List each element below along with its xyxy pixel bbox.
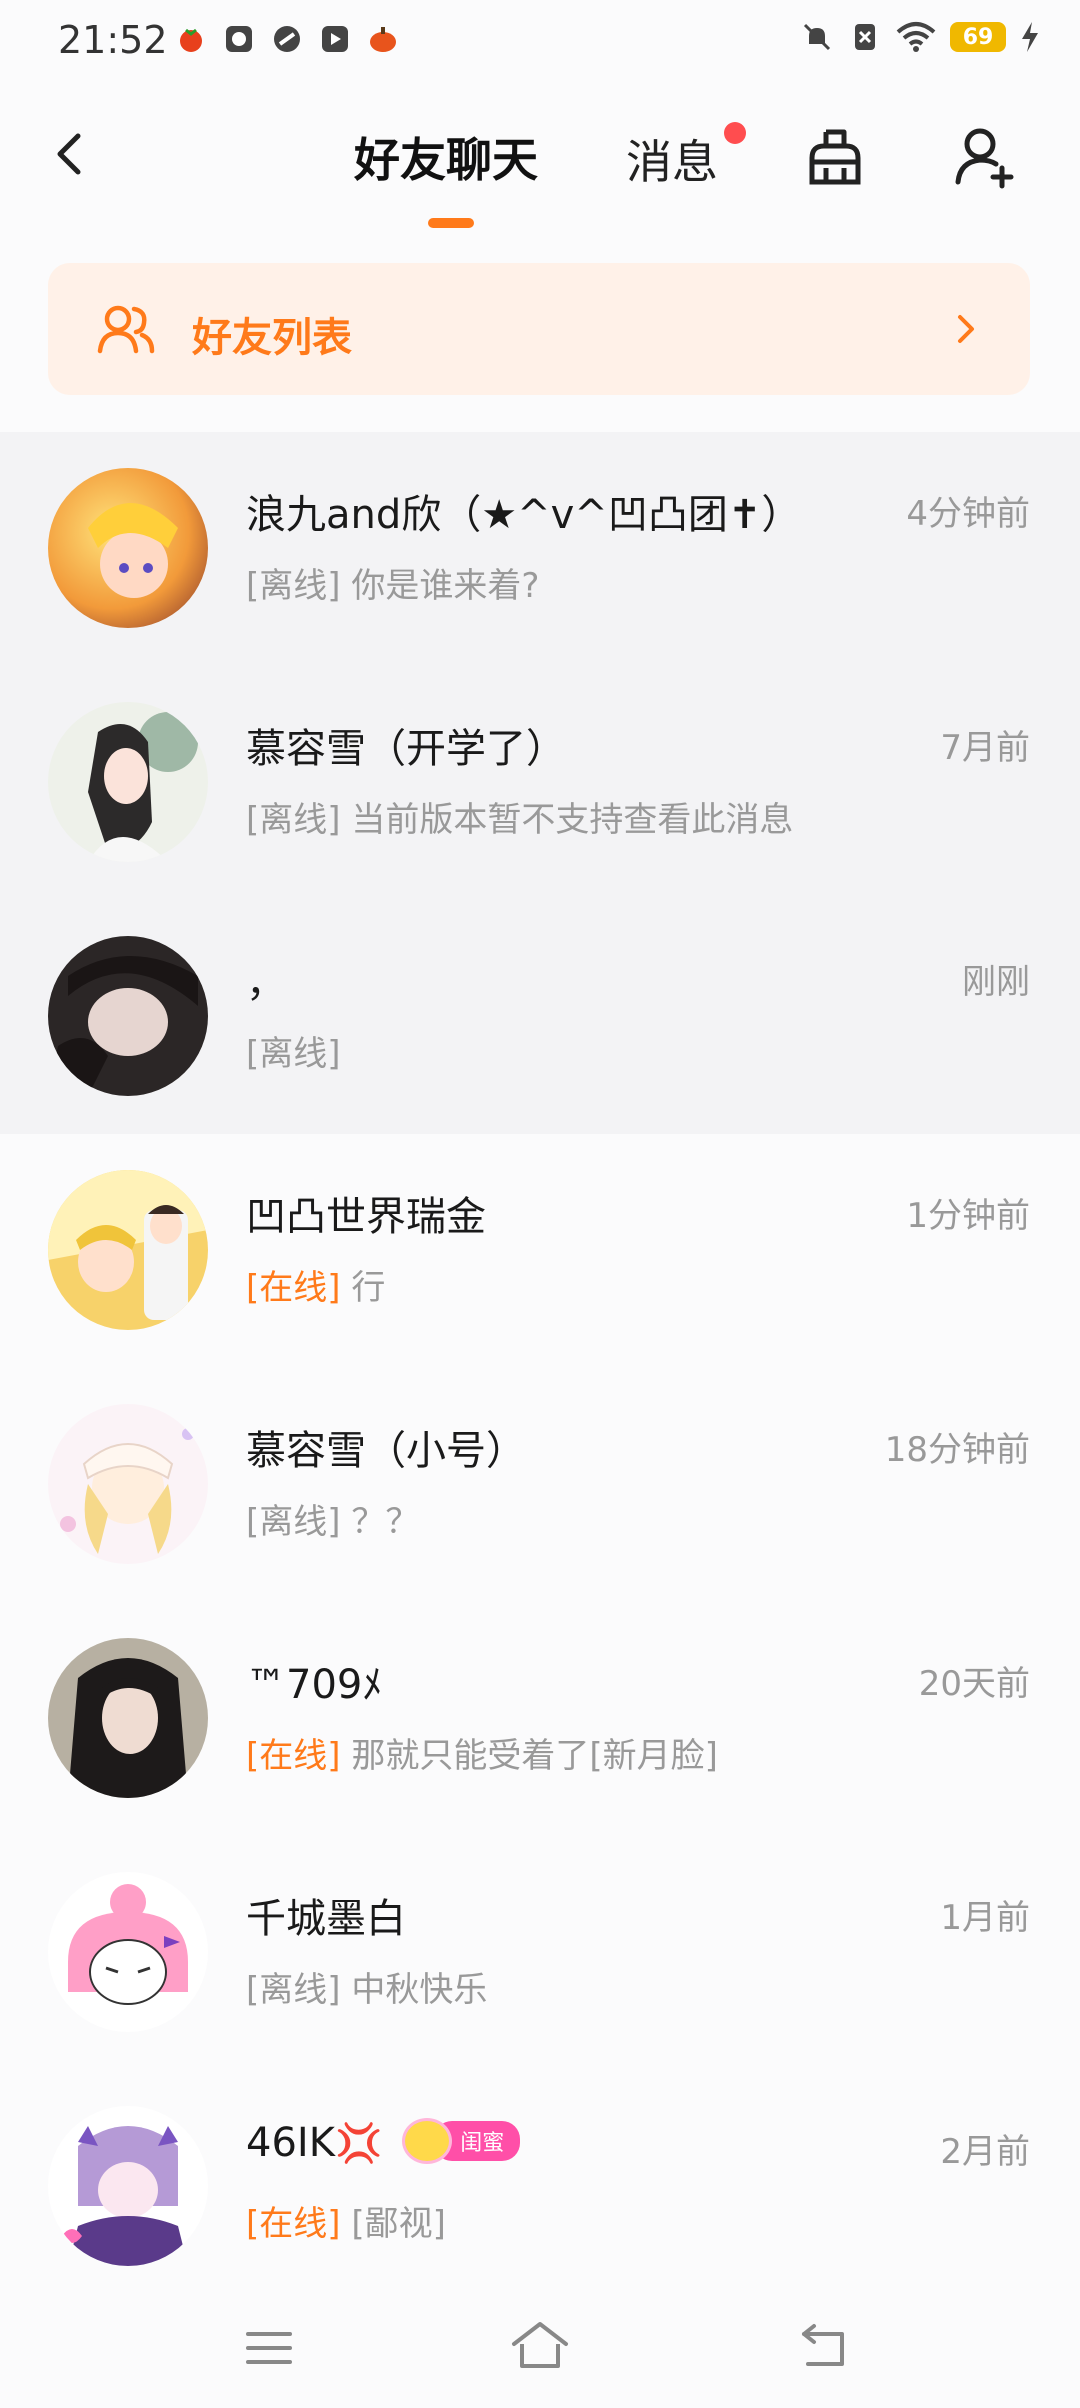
chat-preview: [在线] 那就只能受着了[新月脸] xyxy=(246,1728,718,1777)
pumpkin-app-icon xyxy=(370,27,396,52)
notification-icons xyxy=(174,22,400,56)
friend-list-label: 好友列表 xyxy=(192,315,352,361)
chat-item[interactable]: 慕容雪（开学了） 7月前 [离线] 当前版本暂不支持查看此消息 xyxy=(0,666,1080,900)
chat-time: 2月前 xyxy=(940,2132,1030,2172)
chat-time: 18分钟前 xyxy=(884,1430,1030,1470)
chat-time: 1月前 xyxy=(940,1898,1030,1938)
chat-preview: [离线] 当前版本暂不支持查看此消息 xyxy=(246,792,793,841)
chat-preview: [离线] ？？ xyxy=(246,1494,419,1543)
battery-level: 69 xyxy=(962,24,994,50)
avatar xyxy=(48,1404,208,1564)
online-status: [离线] xyxy=(246,1970,341,2010)
bff-badge: 闺蜜 xyxy=(402,2118,521,2164)
friend-list-banner[interactable]: 好友列表 xyxy=(48,263,1030,395)
chat-preview: [在线] [鄙视] xyxy=(246,2196,446,2245)
chat-list: 浪九and欣（★^v^凹凸团✝） 4分钟前 [离线] 你是谁来着? 慕容雪（开学… xyxy=(0,432,1080,2304)
last-message: 中秋快乐 xyxy=(340,1970,488,2010)
online-status: [在线] xyxy=(246,2204,341,2244)
last-message: 那就只能受着了[新月脸] xyxy=(340,1736,718,1776)
avatar xyxy=(48,468,208,628)
back-nav-icon[interactable] xyxy=(798,2322,850,2370)
video-app-icon xyxy=(322,26,348,52)
avatar xyxy=(48,2106,208,2266)
online-status: [离线] xyxy=(246,800,341,840)
status-time: 21:52 xyxy=(58,18,168,62)
last-message: 当前版本暂不支持查看此消息 xyxy=(340,800,794,840)
status-bar: 21:52 69 xyxy=(0,0,1080,80)
system-icons: 69 xyxy=(800,20,1040,54)
avatar xyxy=(48,1638,208,1798)
link-app-icon xyxy=(274,26,300,52)
chat-name: ™709ﾒ xyxy=(246,1662,383,1708)
chat-name: 46IK xyxy=(246,2120,335,2166)
last-message: 你是谁来着? xyxy=(340,566,540,606)
online-status: [离线] xyxy=(246,1502,341,1542)
tab-friend-chat[interactable]: 好友聊天 xyxy=(354,124,538,190)
avatar xyxy=(48,1170,208,1330)
online-status: [离线] xyxy=(246,566,341,606)
chat-time: 刚刚 xyxy=(962,962,1030,1002)
system-nav-bar xyxy=(0,2290,1080,2408)
chat-name: 浪九and欣（★^v^凹凸团✝） xyxy=(246,492,802,538)
chat-preview: [离线] xyxy=(246,1026,341,1075)
chat-name: 凹凸世界瑞金 xyxy=(246,1194,486,1240)
friends-icon xyxy=(97,305,155,354)
online-status: [离线] xyxy=(246,1034,341,1074)
clean-broom-icon[interactable] xyxy=(800,122,870,192)
chevron-right-icon xyxy=(958,315,974,343)
online-status: [在线] xyxy=(246,1268,341,1308)
chat-item[interactable]: 慕容雪（小号） 18分钟前 [离线] ？？ xyxy=(0,1368,1080,1602)
chat-preview: [离线] 你是谁来着? xyxy=(246,558,539,607)
chat-name-row: 46IK💢 闺蜜 xyxy=(246,2118,521,2166)
chat-item[interactable]: 46IK💢 闺蜜 2月前 [在线] [鄙视] xyxy=(0,2070,1080,2304)
chat-name: 慕容雪（开学了） xyxy=(246,726,566,772)
chat-name: ， xyxy=(246,960,286,1006)
chat-item[interactable]: 千城墨白 1月前 [离线] 中秋快乐 xyxy=(0,1836,1080,2070)
chat-time: 1分钟前 xyxy=(906,1196,1030,1236)
last-message: ？？ xyxy=(340,1502,420,1542)
chat-time: 7月前 xyxy=(940,728,1030,768)
avatar xyxy=(48,1872,208,2032)
wifi-icon xyxy=(896,22,936,52)
charging-icon xyxy=(1022,22,1038,52)
shield-app-icon xyxy=(226,26,252,52)
angry-emoji-icon: 💢 xyxy=(334,2121,383,2165)
add-friend-icon[interactable] xyxy=(950,122,1020,192)
header: 好友聊天 消息 xyxy=(0,100,1080,240)
last-message: [鄙视] xyxy=(340,2204,446,2244)
star-icon xyxy=(402,2118,453,2164)
menu-icon[interactable] xyxy=(246,2328,292,2368)
avatar xyxy=(48,936,208,1096)
chat-item[interactable]: 凹凸世界瑞金 1分钟前 [在线] 行 xyxy=(0,1134,1080,1368)
back-arrow-icon[interactable] xyxy=(44,124,94,184)
chat-time: 4分钟前 xyxy=(906,494,1030,534)
online-status: [在线] xyxy=(246,1736,341,1776)
chat-name: 慕容雪（小号） xyxy=(246,1428,526,1474)
chat-preview: [在线] 行 xyxy=(246,1260,385,1309)
chat-preview: [离线] 中秋快乐 xyxy=(246,1962,487,2011)
mute-icon xyxy=(803,23,831,51)
tomato-app-icon xyxy=(180,28,202,52)
home-icon[interactable] xyxy=(510,2320,570,2372)
chat-item[interactable]: ™709ﾒ 20天前 [在线] 那就只能受着了[新月脸] xyxy=(0,1602,1080,1836)
active-tab-indicator xyxy=(428,218,474,228)
sim-off-icon xyxy=(855,24,875,50)
chat-name: 千城墨白 xyxy=(246,1896,406,1942)
chat-item[interactable]: 浪九and欣（★^v^凹凸团✝） 4分钟前 [离线] 你是谁来着? xyxy=(0,432,1080,666)
last-message: 行 xyxy=(340,1268,386,1308)
battery-icon: 69 xyxy=(950,22,1006,52)
avatar xyxy=(48,702,208,862)
chat-item[interactable]: ， 刚刚 [离线] xyxy=(0,900,1080,1134)
chat-time: 20天前 xyxy=(918,1664,1030,1704)
tab-messages[interactable]: 消息 xyxy=(626,126,718,192)
unread-dot xyxy=(724,122,746,144)
